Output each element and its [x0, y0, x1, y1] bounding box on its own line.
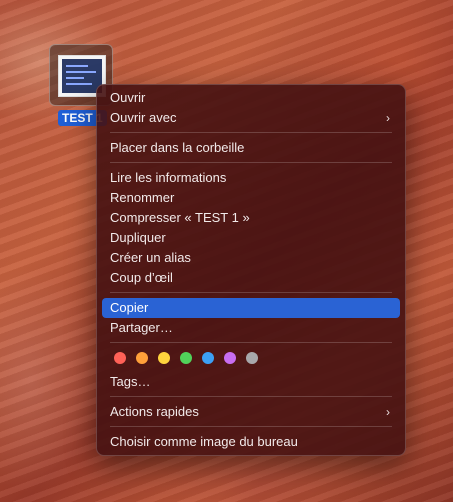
menu-item-duplicate[interactable]: Dupliquer [102, 228, 400, 248]
menu-item-quick-actions[interactable]: Actions rapides › [102, 402, 400, 422]
menu-item-make-alias[interactable]: Créer un alias [102, 248, 400, 268]
menu-item-label: Actions rapides [110, 404, 199, 419]
menu-item-label: Placer dans la corbeille [110, 140, 245, 155]
menu-item-share[interactable]: Partager… [102, 318, 400, 338]
thumbnail-text-line [66, 77, 84, 79]
menu-item-open-with[interactable]: Ouvrir avec › [102, 108, 400, 128]
menu-item-label: Compresser « TEST 1 » [110, 210, 250, 225]
menu-separator [110, 132, 392, 133]
menu-item-label: Créer un alias [110, 250, 191, 265]
menu-item-set-desktop-picture[interactable]: Choisir comme image du bureau [102, 432, 400, 452]
menu-item-label: Tags… [110, 374, 151, 389]
menu-item-label: Ouvrir [110, 90, 146, 105]
menu-item-open[interactable]: Ouvrir [102, 88, 400, 108]
menu-item-quick-look[interactable]: Coup d’œil [102, 268, 400, 288]
tag-gray-icon[interactable] [246, 352, 258, 364]
chevron-right-icon: › [386, 405, 390, 419]
menu-item-label: Coup d’œil [110, 270, 173, 285]
tag-green-icon[interactable] [180, 352, 192, 364]
menu-item-compress[interactable]: Compresser « TEST 1 » [102, 208, 400, 228]
menu-separator [110, 396, 392, 397]
menu-separator [110, 342, 392, 343]
menu-item-label: Partager… [110, 320, 173, 335]
menu-separator [110, 426, 392, 427]
menu-item-rename[interactable]: Renommer [102, 188, 400, 208]
tag-yellow-icon[interactable] [158, 352, 170, 364]
menu-separator [110, 162, 392, 163]
menu-item-label: Lire les informations [110, 170, 227, 185]
menu-item-label: Dupliquer [110, 230, 166, 245]
menu-item-tags[interactable]: Tags… [102, 372, 400, 392]
menu-item-move-to-trash[interactable]: Placer dans la corbeille [102, 138, 400, 158]
tag-orange-icon[interactable] [136, 352, 148, 364]
menu-item-get-info[interactable]: Lire les informations [102, 168, 400, 188]
menu-item-label: Choisir comme image du bureau [110, 434, 298, 449]
tag-red-icon[interactable] [114, 352, 126, 364]
thumbnail-text-line [66, 65, 88, 67]
thumbnail-text-line [66, 71, 96, 73]
menu-item-copy[interactable]: Copier [102, 298, 400, 318]
menu-item-label: Copier [110, 300, 149, 315]
menu-item-label: Ouvrir avec [110, 110, 177, 125]
menu-item-label: Renommer [110, 190, 175, 205]
thumbnail-text-line [66, 83, 92, 85]
menu-separator [110, 292, 392, 293]
tag-blue-icon[interactable] [202, 352, 214, 364]
tag-purple-icon[interactable] [224, 352, 236, 364]
context-menu: Ouvrir Ouvrir avec › Placer dans la corb… [96, 84, 406, 456]
chevron-right-icon: › [386, 111, 390, 125]
